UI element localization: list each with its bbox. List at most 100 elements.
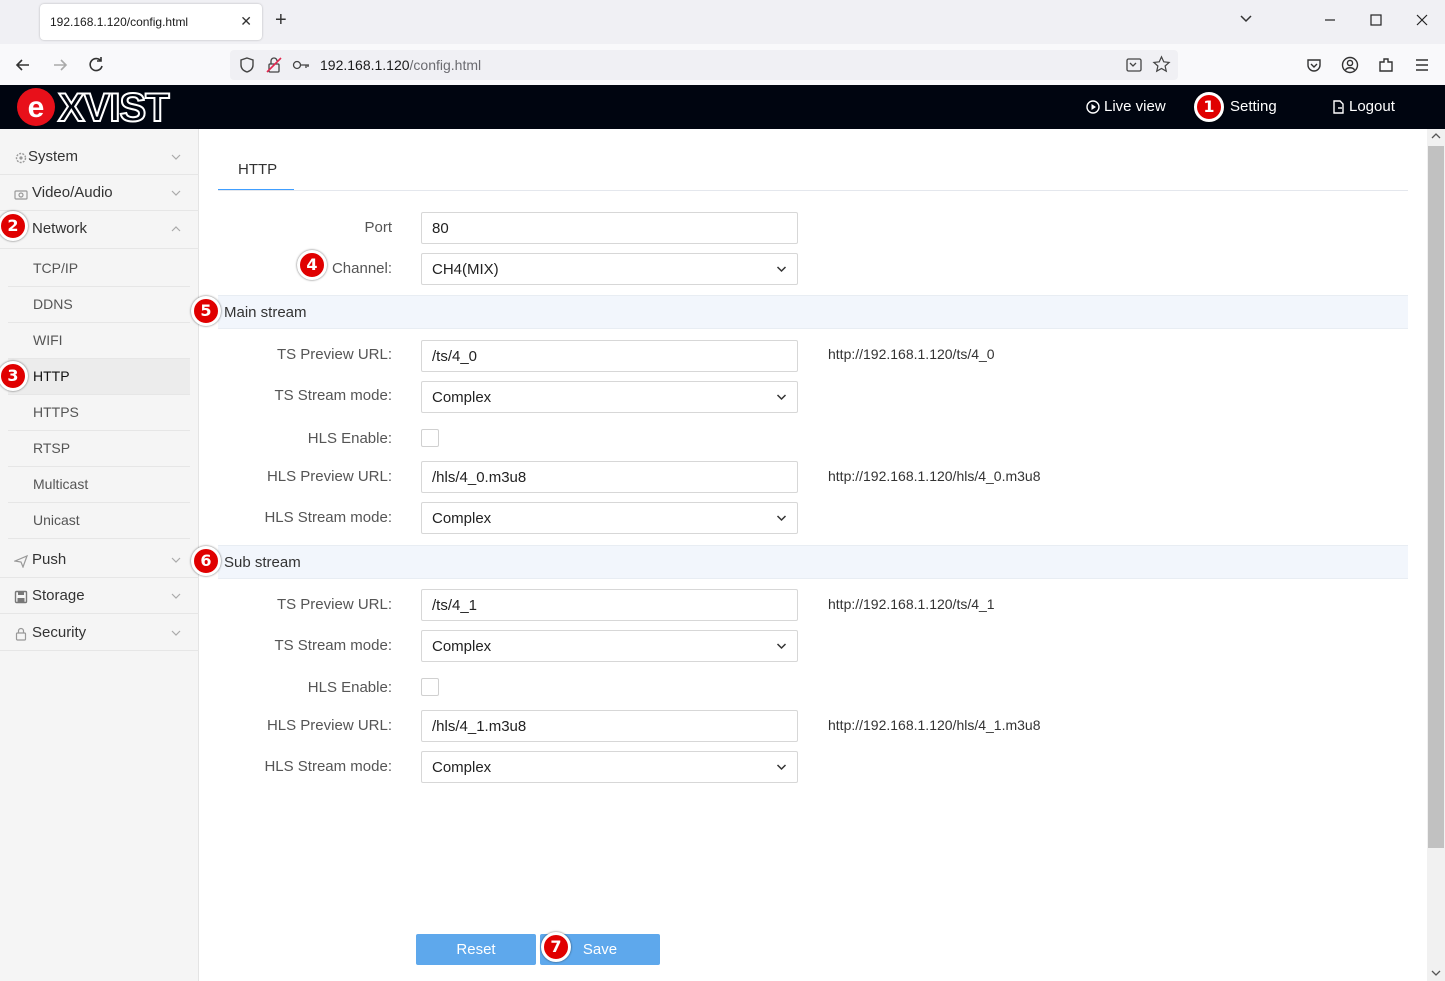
chevron-down-icon xyxy=(171,154,181,160)
back-icon[interactable] xyxy=(13,55,33,75)
step-marker-4: 4 xyxy=(297,250,327,280)
tab-label: HTTP xyxy=(238,161,278,178)
scroll-down-icon[interactable] xyxy=(1431,969,1441,977)
tab-title: 192.168.1.120/config.html xyxy=(50,15,189,29)
browser-nav-bar: 192.168.1.120/config.html xyxy=(0,44,1445,85)
sub-stream-section: Sub stream xyxy=(218,545,1408,579)
save-disk-icon xyxy=(14,590,28,604)
main-ts-url-label: TS Preview URL: xyxy=(276,346,392,363)
minimize-icon[interactable] xyxy=(1322,12,1338,28)
sidebar-item-label: Security xyxy=(32,624,87,641)
chevron-down-icon xyxy=(171,190,181,196)
reader-view-icon[interactable] xyxy=(1125,56,1143,74)
reload-icon[interactable] xyxy=(86,55,106,75)
main-hls-url-value: /hls/4_0.m3u8 xyxy=(432,469,527,486)
pocket-icon[interactable] xyxy=(1304,55,1324,75)
menu-icon[interactable] xyxy=(1412,55,1432,75)
sidebar-item-push[interactable]: Push xyxy=(0,542,199,578)
main-ts-url-value: /ts/4_0 xyxy=(432,348,478,365)
sidebar-item-label: Push xyxy=(32,551,67,568)
sidebar-subitem-label: Multicast xyxy=(33,476,89,492)
url-text[interactable]: 192.168.1.120/config.html xyxy=(320,57,481,73)
account-icon[interactable] xyxy=(1340,55,1360,75)
shield-icon[interactable] xyxy=(238,56,256,74)
logout-link[interactable]: Logout xyxy=(1332,98,1395,115)
bookmark-star-icon[interactable] xyxy=(1152,55,1171,74)
new-tab-icon[interactable]: + xyxy=(275,10,287,30)
chevron-up-icon xyxy=(171,226,181,232)
sidebar-subitem-unicast[interactable]: Unicast xyxy=(8,503,190,539)
setting-label: Setting xyxy=(1230,98,1277,115)
sidebar-subitem-multicast[interactable]: Multicast xyxy=(8,467,190,503)
browser-tab-bar: 192.168.1.120/config.html ✕ + xyxy=(0,0,1445,44)
chevron-down-icon xyxy=(776,764,787,771)
sidebar-subitem-label: RTSP xyxy=(33,440,71,456)
main-hls-enable-checkbox[interactable] xyxy=(421,429,439,447)
section-title: Main stream xyxy=(224,304,307,321)
main-hls-url-full: http://192.168.1.120/hls/4_0.m3u8 xyxy=(828,468,1041,484)
setting-link[interactable]: Setting xyxy=(1230,98,1277,115)
sidebar-item-storage[interactable]: Storage xyxy=(0,578,199,614)
scroll-up-icon[interactable] xyxy=(1431,132,1441,140)
main-hls-enable-label: HLS Enable: xyxy=(307,430,392,447)
channel-select[interactable]: CH4(MIX) xyxy=(421,253,798,285)
lock-icon xyxy=(15,627,27,641)
camera-icon xyxy=(14,190,28,200)
send-icon xyxy=(14,554,28,568)
main-hls-url-input[interactable]: /hls/4_0.m3u8 xyxy=(421,461,798,493)
main-ts-mode-select[interactable]: Complex xyxy=(421,381,798,413)
window-close-icon[interactable] xyxy=(1414,12,1430,28)
sidebar-item-video-audio[interactable]: Video/Audio xyxy=(0,175,199,211)
sub-ts-url-label: TS Preview URL: xyxy=(276,596,392,613)
key-icon[interactable] xyxy=(292,57,310,73)
sidebar-subitem-http[interactable]: HTTP xyxy=(8,359,190,395)
tab-http[interactable]: HTTP xyxy=(218,148,294,191)
app-header: e XVIST Live view Setting Logout xyxy=(0,85,1445,129)
sidebar-item-security[interactable]: Security xyxy=(0,615,199,651)
sub-ts-url-input[interactable]: /ts/4_1 xyxy=(421,589,798,621)
main-ts-url-input[interactable]: /ts/4_0 xyxy=(421,340,798,372)
browser-tab[interactable]: 192.168.1.120/config.html ✕ xyxy=(40,4,262,40)
play-circle-icon xyxy=(1086,99,1100,114)
sidebar-subitem-wifi[interactable]: WIFI xyxy=(8,323,190,359)
main-ts-url-full: http://192.168.1.120/ts/4_0 xyxy=(828,346,995,362)
url-bar[interactable]: 192.168.1.120/config.html xyxy=(230,50,1178,80)
main-ts-mode-value: Complex xyxy=(432,389,492,406)
tab-close-icon[interactable]: ✕ xyxy=(240,13,252,30)
logout-icon xyxy=(1333,99,1344,114)
extensions-icon[interactable] xyxy=(1376,55,1396,75)
step-marker-7: 7 xyxy=(541,932,571,962)
sub-ts-url-full: http://192.168.1.120/ts/4_1 xyxy=(828,596,995,612)
sub-ts-mode-select[interactable]: Complex xyxy=(421,630,798,662)
sidebar: System Video/Audio Network TCP/IP DDNS W… xyxy=(0,129,199,981)
sidebar-item-system[interactable]: System xyxy=(0,139,199,175)
sidebar-subitem-tcpip[interactable]: TCP/IP xyxy=(8,251,190,287)
main-hls-mode-select[interactable]: Complex xyxy=(421,502,798,534)
list-tabs-icon[interactable] xyxy=(1238,11,1254,27)
sub-hls-enable-checkbox[interactable] xyxy=(421,678,439,696)
sub-hls-mode-value: Complex xyxy=(432,759,492,776)
section-title: Sub stream xyxy=(224,554,301,571)
main-hls-mode-label: HLS Stream mode: xyxy=(264,509,392,526)
insecure-lock-icon[interactable] xyxy=(265,56,283,74)
maximize-icon[interactable] xyxy=(1368,12,1384,28)
port-input[interactable]: 80 xyxy=(421,212,798,244)
channel-label: Channel: xyxy=(331,260,392,277)
sidebar-subitem-rtsp[interactable]: RTSP xyxy=(8,431,190,467)
sidebar-item-label: System xyxy=(28,148,79,165)
reset-button[interactable]: Reset xyxy=(416,934,536,965)
forward-icon[interactable] xyxy=(50,55,70,75)
sidebar-subitem-ddns[interactable]: DDNS xyxy=(8,287,190,323)
sidebar-subitem-label: DDNS xyxy=(33,296,73,312)
sub-hls-mode-select[interactable]: Complex xyxy=(421,751,798,783)
sub-hls-mode-label: HLS Stream mode: xyxy=(264,758,392,775)
sub-hls-url-input[interactable]: /hls/4_1.m3u8 xyxy=(421,710,798,742)
sub-ts-mode-value: Complex xyxy=(432,638,492,655)
sidebar-subitem-label: TCP/IP xyxy=(33,260,79,276)
exvist-logo: e XVIST xyxy=(17,86,171,128)
live-view-link[interactable]: Live view xyxy=(1086,98,1166,115)
scrollbar-thumb[interactable] xyxy=(1428,146,1444,848)
sub-hls-enable-label: HLS Enable: xyxy=(307,679,392,696)
sidebar-subitem-https[interactable]: HTTPS xyxy=(8,395,190,431)
sidebar-item-network[interactable]: Network xyxy=(0,211,199,249)
